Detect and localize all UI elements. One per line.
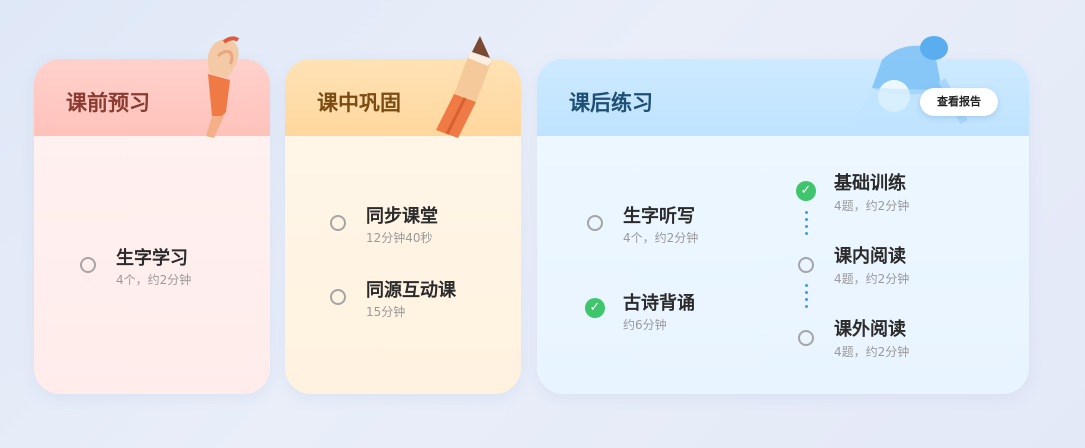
task-item-poem-recitation[interactable]: ✓ 古诗背诵 约6分钟 xyxy=(585,285,765,335)
task-title: 课内阅读 xyxy=(834,246,906,267)
task-meta: 4题，约2分钟 xyxy=(834,199,910,213)
card-body xyxy=(285,136,521,394)
desk-lamp-icon xyxy=(852,36,968,130)
pencil-icon xyxy=(436,36,492,138)
task-item-in-class-reading[interactable]: 课内阅读 4题，约2分钟 xyxy=(796,240,976,290)
progress-connector xyxy=(805,211,808,239)
task-title: 课外阅读 xyxy=(834,319,906,340)
task-title: 生字听写 xyxy=(623,206,695,227)
task-title: 生字学习 xyxy=(116,248,188,269)
card-title: 课中巩固 xyxy=(317,91,401,115)
view-report-button[interactable]: 查看报告 xyxy=(920,88,998,116)
radio-icon[interactable] xyxy=(330,289,346,305)
card-title: 课后练习 xyxy=(569,91,653,115)
task-item-sync-class[interactable]: 同步课堂 12分钟40秒 xyxy=(328,198,508,248)
task-meta: 4个，约2分钟 xyxy=(623,231,699,245)
task-title: 古诗背诵 xyxy=(623,293,695,314)
radio-icon[interactable] xyxy=(798,257,814,273)
task-title: 同步课堂 xyxy=(366,206,438,227)
progress-connector xyxy=(805,284,808,312)
check-icon[interactable]: ✓ xyxy=(796,181,816,201)
card-title: 课前预习 xyxy=(66,91,150,115)
task-title: 基础训练 xyxy=(834,173,906,194)
task-title: 同源互动课 xyxy=(366,280,456,301)
task-meta: 12分钟40秒 xyxy=(366,231,433,245)
paintbrush-icon xyxy=(206,36,240,138)
task-meta: 4题，约2分钟 xyxy=(834,272,910,286)
task-meta: 4个，约2分钟 xyxy=(116,273,192,287)
radio-icon[interactable] xyxy=(587,215,603,231)
task-item-interactive-class[interactable]: 同源互动课 15分钟 xyxy=(328,272,508,322)
radio-icon[interactable] xyxy=(80,257,96,273)
task-item-dictation[interactable]: 生字听写 4个，约2分钟 xyxy=(585,198,765,248)
task-item-basic-training[interactable]: ✓ 基础训练 4题，约2分钟 xyxy=(796,167,976,217)
task-item-extra-reading[interactable]: 课外阅读 4题，约2分钟 xyxy=(796,313,976,363)
task-meta: 4题，约2分钟 xyxy=(834,345,910,359)
task-meta: 15分钟 xyxy=(366,305,406,319)
radio-icon[interactable] xyxy=(330,215,346,231)
radio-icon[interactable] xyxy=(798,330,814,346)
task-meta: 约6分钟 xyxy=(623,318,667,332)
task-item-character-study[interactable]: 生字学习 4个，约2分钟 xyxy=(78,240,248,290)
check-icon[interactable]: ✓ xyxy=(585,298,605,318)
